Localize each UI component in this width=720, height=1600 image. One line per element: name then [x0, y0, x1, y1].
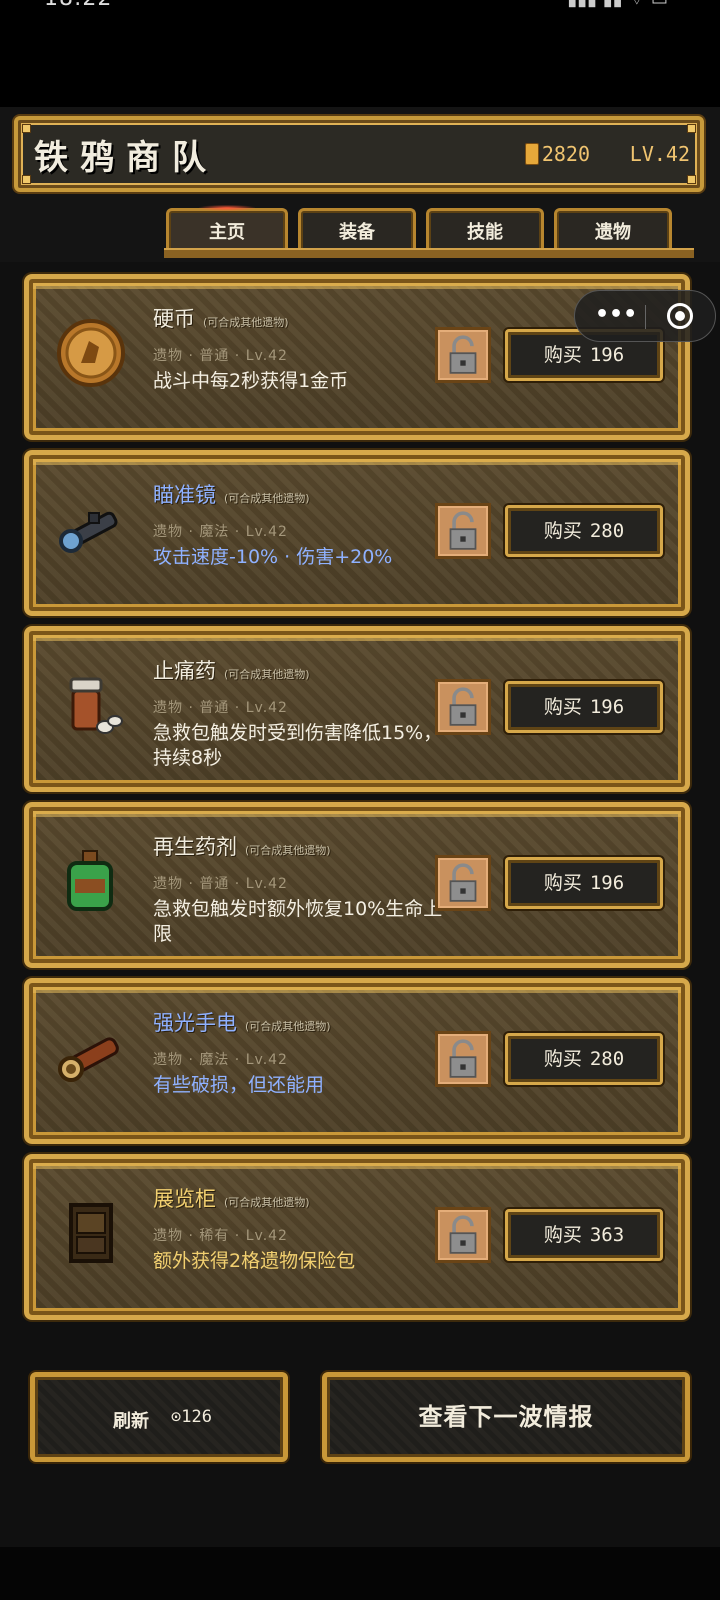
next-wave-info-button[interactable]: 查看下一波情报 [322, 1372, 690, 1462]
item-name: 强光手电 (可合成其他遗物) [153, 1011, 331, 1035]
shop-item-card: 止痛药 (可合成其他遗物) 遗物 · 普通 · Lv.42 急救包触发时受到伤害降… [24, 626, 690, 792]
refresh-button[interactable]: 刷新 ⊙126 [30, 1372, 288, 1462]
more-menu-icon[interactable]: ••• [595, 303, 637, 327]
lock-icon[interactable] [435, 1207, 491, 1263]
item-description: 额外获得2格遗物保险包 [153, 1250, 356, 1272]
buy-price: 363 [589, 1224, 625, 1246]
shop-title-plate: 铁鸦商队 2820 LV.42 [14, 116, 704, 192]
item-name: 硬币 (可合成其他遗物) [153, 307, 289, 331]
tab-relics[interactable]: 遗物 [554, 208, 672, 252]
scope-icon [59, 511, 118, 553]
capsule-divider [645, 305, 646, 329]
item-description: 急救包触发时受到伤害降低15%，持续8秒 [153, 722, 443, 769]
shop-item-card: 再生药剂 (可合成其他遗物) 遗物 · 普通 · Lv.42 急救包触发时额外恢复… [24, 802, 690, 968]
coin-icon [57, 319, 125, 387]
pill-bottle-icon [69, 677, 123, 734]
item-name: 止痛药 (可合成其他遗物) [153, 659, 310, 683]
refresh-label: 刷新 [113, 1411, 149, 1432]
flashlight-icon [58, 1037, 119, 1082]
tab-home[interactable]: 主页 [166, 205, 288, 252]
buy-price: 280 [589, 520, 625, 542]
player-level: LV.42 [629, 142, 690, 166]
item-note: (可合成其他遗物) [224, 668, 310, 681]
lock-icon[interactable] [435, 327, 491, 383]
status-indicators: ▮▮▮ ▮▮ ⌔ ▭ [567, 0, 668, 11]
mini-program-capsule: ••• [574, 290, 716, 342]
item-note: (可合成其他遗物) [224, 492, 310, 505]
tab-equipment[interactable]: 装备 [298, 208, 416, 252]
item-note: (可合成其他遗物) [224, 1196, 310, 1209]
buy-button[interactable]: 购买 363 [505, 1209, 663, 1261]
item-description: 攻击速度-10% · 伤害+20% [153, 546, 393, 568]
system-nav-bar [0, 1547, 720, 1600]
item-description: 有些破损，但还能用 [153, 1074, 325, 1096]
buy-button[interactable]: 购买 196 [505, 857, 663, 909]
lock-icon[interactable] [435, 855, 491, 911]
item-note: (可合成其他遗物) [245, 1020, 331, 1033]
buy-button[interactable]: 购买 280 [505, 1033, 663, 1085]
item-name: 瞄准镜 (可合成其他遗物) [153, 483, 310, 507]
shop-item-card: 瞄准镜 (可合成其他遗物) 遗物 · 魔法 · Lv.42 攻击速度-10% · … [24, 450, 690, 616]
potion-icon [67, 850, 113, 911]
gold-counter: 2820 [524, 142, 590, 166]
item-name: 展览柜 (可合成其他遗物) [153, 1187, 310, 1211]
lock-icon[interactable] [435, 1031, 491, 1087]
lock-icon[interactable] [435, 679, 491, 735]
item-note: (可合成其他遗物) [203, 316, 289, 329]
lock-icon[interactable] [435, 503, 491, 559]
tab-skills[interactable]: 技能 [426, 208, 544, 252]
buy-price: 196 [589, 344, 625, 366]
cabinet-icon [69, 1203, 113, 1263]
refresh-cost: ⊙126 [171, 1407, 212, 1427]
item-name: 再生药剂 (可合成其他遗物) [153, 835, 331, 859]
buy-price: 196 [589, 696, 625, 718]
item-meta: 遗物 · 稀有 · Lv.42 [153, 1228, 288, 1244]
gold-amount: 2820 [541, 142, 590, 166]
status-time: 18:22 [44, 0, 112, 11]
shop-title: 铁鸦商队 [34, 138, 218, 178]
shop-item-card: 强光手电 (可合成其他遗物) 遗物 · 魔法 · Lv.42 有些破损，但还能用 … [24, 978, 690, 1144]
tab-rail [164, 248, 694, 258]
buy-price: 280 [589, 1048, 625, 1070]
buy-button[interactable]: 购买 196 [505, 681, 663, 733]
item-description: 战斗中每2秒获得1金币 [153, 370, 349, 392]
item-meta: 遗物 · 普通 · Lv.42 [153, 348, 288, 364]
gold-coin-icon [524, 143, 539, 165]
item-meta: 遗物 · 普通 · Lv.42 [153, 876, 288, 892]
buy-price: 196 [589, 872, 625, 894]
item-description: 急救包触发时额外恢复10%生命上限 [153, 898, 443, 945]
item-meta: 遗物 · 魔法 · Lv.42 [153, 1052, 288, 1068]
item-note: (可合成其他遗物) [245, 844, 331, 857]
item-meta: 遗物 · 魔法 · Lv.42 [153, 524, 288, 540]
status-bar: 18:22 ▮▮▮ ▮▮ ⌔ ▭ [0, 0, 720, 11]
item-meta: 遗物 · 普通 · Lv.42 [153, 700, 288, 716]
buy-button[interactable]: 购买 280 [505, 505, 663, 557]
close-target-icon[interactable] [667, 303, 693, 329]
next-wave-label: 查看下一波情报 [418, 1403, 594, 1431]
shop-item-card: 展览柜 (可合成其他遗物) 遗物 · 稀有 · Lv.42 额外获得2格遗物保险包… [24, 1154, 690, 1320]
